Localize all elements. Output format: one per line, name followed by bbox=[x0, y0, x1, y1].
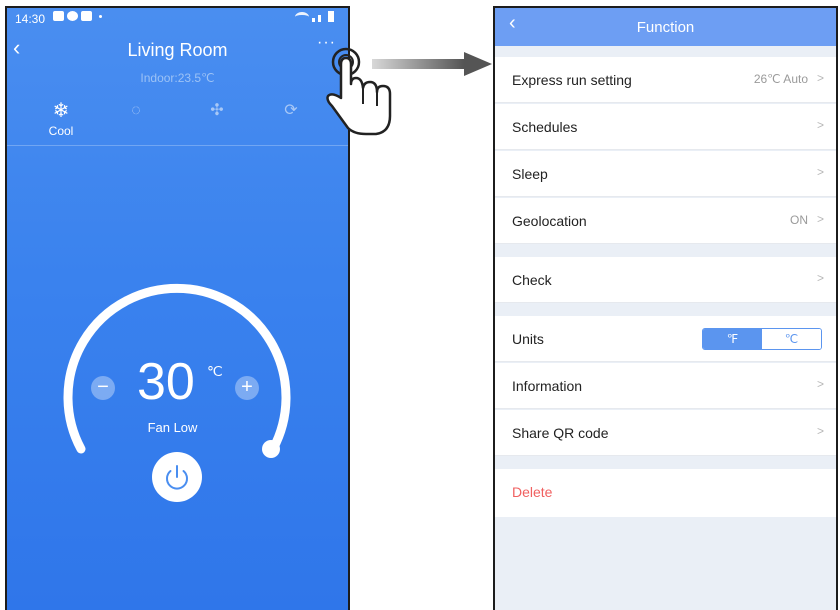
row-value: 26℃ Auto bbox=[753, 72, 808, 86]
wifi-icon bbox=[295, 12, 309, 22]
mode-label: Cool bbox=[48, 124, 74, 138]
row-check[interactable]: Check > bbox=[495, 257, 836, 303]
row-value: ON bbox=[790, 213, 808, 227]
chevron-right-icon: > bbox=[816, 165, 824, 179]
room-title: Living Room bbox=[127, 40, 228, 60]
status-bar: 14:30 bbox=[7, 8, 348, 30]
units-toggle[interactable]: ℉ ℃ bbox=[702, 328, 822, 350]
temperature-unit: ℃ bbox=[207, 363, 223, 379]
delete-button[interactable]: Delete bbox=[495, 469, 836, 517]
divider bbox=[7, 145, 348, 146]
mail-notification-icon bbox=[81, 11, 92, 21]
increase-temp-button[interactable]: + bbox=[235, 376, 259, 400]
function-header: ‹ Function bbox=[495, 8, 836, 46]
app-notification-icon bbox=[67, 11, 78, 21]
row-label: Express run setting bbox=[512, 72, 632, 88]
arrow-right-icon bbox=[372, 52, 492, 76]
row-label: Delete bbox=[512, 484, 553, 500]
row-label: Sleep bbox=[512, 166, 548, 182]
power-icon bbox=[166, 465, 188, 490]
decrease-temp-button[interactable]: − bbox=[91, 376, 115, 400]
chevron-right-icon: > bbox=[816, 212, 824, 226]
row-label: Check bbox=[512, 272, 552, 288]
row-geolocation[interactable]: Geolocation ON > bbox=[495, 198, 836, 244]
row-units: Units ℉ ℃ bbox=[495, 316, 836, 362]
fan-icon: ✣ bbox=[210, 102, 224, 119]
battery-icon bbox=[328, 11, 334, 22]
chevron-right-icon: > bbox=[816, 271, 824, 285]
row-label: Schedules bbox=[512, 119, 578, 135]
row-sleep[interactable]: Sleep > bbox=[495, 151, 836, 197]
mode-cool[interactable]: ❄ Cool bbox=[31, 98, 91, 138]
unit-fahrenheit-option[interactable]: ℉ bbox=[703, 329, 762, 349]
dial-handle[interactable] bbox=[262, 440, 280, 458]
page-title: Function bbox=[636, 19, 695, 36]
image-notification-icon bbox=[53, 11, 64, 21]
signal-icon bbox=[312, 18, 315, 22]
row-information[interactable]: Information > bbox=[495, 363, 836, 409]
row-schedules[interactable]: Schedules > bbox=[495, 104, 836, 150]
unit-celsius-option[interactable]: ℃ bbox=[762, 329, 821, 349]
chevron-right-icon: > bbox=[816, 71, 824, 85]
chevron-right-icon: > bbox=[816, 424, 824, 438]
room-header: ‹ Living Room ··· bbox=[7, 30, 348, 70]
mode-selector: ❄ Cool ◌ ✣ ⟳ bbox=[7, 98, 348, 148]
mode-auto[interactable]: ⟳ bbox=[261, 98, 321, 124]
snowflake-icon: ❄ bbox=[52, 100, 70, 122]
power-button[interactable] bbox=[152, 452, 202, 502]
mode-fan[interactable]: ✣ bbox=[187, 98, 247, 124]
temperature-value: 30 bbox=[137, 353, 195, 411]
indoor-temperature: Indoor:23.5℃ bbox=[140, 71, 215, 85]
droplet-icon: ◌ bbox=[131, 102, 141, 119]
row-label: Units bbox=[512, 331, 544, 347]
row-express-run-setting[interactable]: Express run setting 26℃ Auto > bbox=[495, 57, 836, 103]
notification-icons bbox=[53, 11, 102, 21]
thermostat-screen: 14:30 ‹ Living Room ··· Indoor:23.5℃ ❄ C… bbox=[5, 6, 350, 610]
chevron-right-icon: > bbox=[816, 118, 824, 132]
status-time: 14:30 bbox=[15, 12, 46, 26]
row-label: Information bbox=[512, 378, 583, 394]
chevron-right-icon: > bbox=[816, 377, 824, 391]
auto-cycle-icon: ⟳ bbox=[284, 102, 298, 119]
row-label: Geolocation bbox=[512, 213, 587, 229]
row-label: Share QR code bbox=[512, 425, 609, 441]
function-screen: ‹ Function Express run setting 26℃ Auto … bbox=[493, 6, 838, 610]
fan-speed-label: Fan Low bbox=[147, 420, 198, 435]
mode-dry[interactable]: ◌ bbox=[106, 98, 166, 124]
dot-icon bbox=[99, 14, 102, 18]
system-icons bbox=[295, 11, 334, 22]
row-share-qr-code[interactable]: Share QR code > bbox=[495, 410, 836, 456]
